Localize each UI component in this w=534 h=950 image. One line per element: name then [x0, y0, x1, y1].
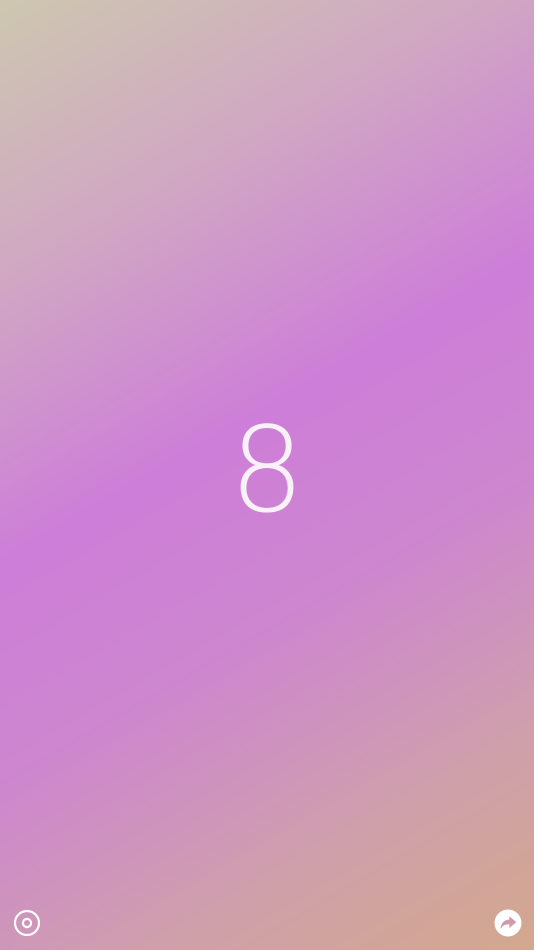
settings-ring-icon [13, 909, 41, 937]
app-screen: 8 [0, 0, 534, 950]
share-arrow-icon [494, 909, 522, 937]
settings-button[interactable] [13, 909, 41, 937]
counter-value: 8 [229, 401, 305, 539]
share-button[interactable] [494, 909, 522, 937]
